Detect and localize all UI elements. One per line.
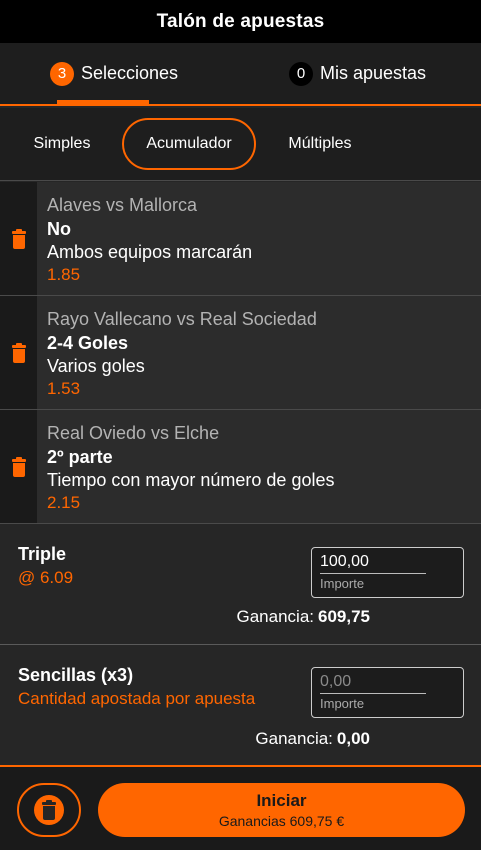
top-tabs: 3 Selecciones 0 Mis apuestas	[0, 43, 481, 106]
tab-simples[interactable]: Simples	[18, 118, 106, 170]
selection-odds: 2.15	[47, 493, 81, 512]
accumulator-gain: Ganancia: 609,75	[237, 607, 371, 627]
place-bet-label: Iniciar	[256, 791, 307, 810]
trash-icon	[11, 456, 27, 477]
trash-icon	[11, 342, 27, 363]
betslip-header: Talón de apuestas	[0, 0, 481, 43]
selection-pick: 2-4 Goles	[47, 333, 129, 353]
tab-simples-label: Simples	[33, 135, 91, 152]
selection-match: Alaves vs Mallorca	[47, 195, 198, 215]
stake-placeholder: Importe	[320, 696, 365, 711]
selection-market: Tiempo con mayor número de goles	[47, 470, 335, 490]
singles-bet: Sencillas (x3) Cantidad apostada por apu…	[0, 645, 481, 765]
selections-count-badge: 3	[50, 61, 74, 86]
gain-label: Ganancia:	[255, 729, 333, 748]
place-bet-button[interactable]: Iniciar Ganancias 609,75 €	[98, 783, 465, 837]
tab-multiples-label: Múltiples	[288, 135, 352, 152]
selection-odds: 1.85	[47, 265, 81, 284]
selection-odds: 1.53	[47, 379, 81, 398]
clear-betslip-button[interactable]	[17, 783, 81, 837]
tab-mis-apuestas[interactable]: 0 Mis apuestas	[289, 43, 426, 104]
stake-underline	[320, 573, 426, 574]
stake-value: 100,00	[320, 553, 369, 570]
selection-market: Ambos equipos marcarán	[47, 242, 253, 262]
active-tab-indicator	[57, 100, 149, 104]
accumulator-stake-input[interactable]: 100,00 Importe	[311, 547, 464, 598]
tab-selecciones-label: Selecciones	[81, 63, 179, 83]
tab-mis-apuestas-label: Mis apuestas	[320, 63, 427, 83]
singles-title: Sencillas (x3)	[18, 665, 134, 685]
potential-winnings: Ganancias 609,75 €	[218, 813, 345, 829]
tab-multiples[interactable]: Múltiples	[272, 118, 368, 170]
stake-value: 0,00	[320, 673, 352, 690]
remove-selection-button[interactable]	[0, 296, 37, 409]
accumulator-title: Triple	[18, 544, 67, 564]
stake-underline	[320, 693, 426, 694]
trash-icon	[41, 800, 57, 820]
remove-selection-button[interactable]	[0, 182, 37, 295]
selection-market: Varios goles	[47, 356, 145, 376]
betslip-title: Talón de apuestas	[156, 10, 325, 32]
selection-match: Real Oviedo vs Elche	[47, 423, 220, 443]
selection-pick: 2º parte	[47, 447, 113, 467]
stake-placeholder: Importe	[320, 576, 365, 591]
selection-item: Rayo Vallecano vs Real Sociedad 2-4 Gole…	[0, 296, 481, 410]
tab-acumulador[interactable]: Acumulador	[122, 118, 256, 170]
gain-value: 0,00	[336, 729, 370, 748]
singles-subtitle: Cantidad apostada por apuesta	[18, 689, 256, 708]
selection-match: Rayo Vallecano vs Real Sociedad	[47, 309, 317, 329]
tab-acumulador-label: Acumulador	[146, 135, 232, 152]
selection-item: Real Oviedo vs Elche 2º parte Tiempo con…	[0, 410, 481, 524]
remove-selection-button[interactable]	[0, 410, 37, 523]
tab-selecciones[interactable]: 3 Selecciones	[50, 43, 178, 104]
trash-icon	[11, 228, 27, 249]
selection-item: Alaves vs Mallorca No Ambos equipos marc…	[0, 182, 481, 296]
bet-type-tabs: Simples Acumulador Múltiples	[0, 108, 481, 181]
accumulator-odds: @ 6.09	[18, 568, 74, 587]
my-bets-count-badge: 0	[289, 61, 313, 86]
clear-icon-circle	[34, 795, 64, 825]
singles-gain: Ganancia: 0,00	[255, 729, 370, 749]
accumulator-bet: Triple @ 6.09 100,00 Importe Ganancia: 60…	[0, 524, 481, 645]
singles-stake-input[interactable]: 0,00 Importe	[311, 667, 464, 718]
gain-value: 609,75	[318, 607, 370, 626]
betslip-footer: Iniciar Ganancias 609,75 €	[0, 765, 481, 850]
gain-label: Ganancia:	[236, 607, 315, 626]
selection-pick: No	[47, 219, 71, 239]
